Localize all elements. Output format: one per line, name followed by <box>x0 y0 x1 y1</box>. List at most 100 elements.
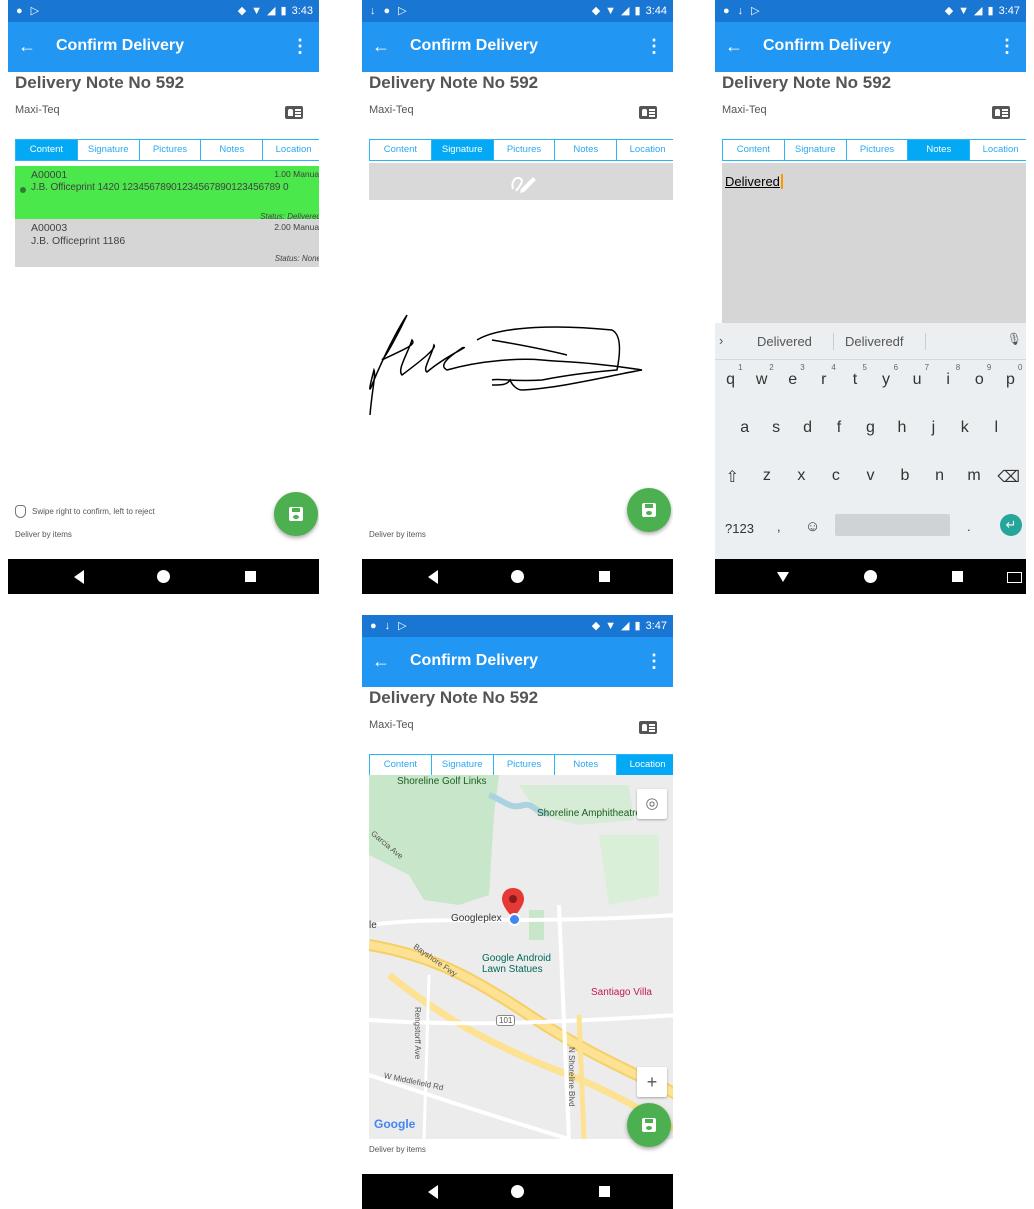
back-arrow-icon[interactable]: ← <box>725 36 743 56</box>
nav-hide-keyboard-icon[interactable] <box>777 572 789 582</box>
key-s[interactable]: s <box>762 419 790 437</box>
keyboard-switch-icon[interactable] <box>1007 572 1022 583</box>
contact-card-icon[interactable] <box>639 721 657 734</box>
tab-location[interactable]: Location <box>617 140 673 160</box>
backspace-icon[interactable]: ⌫ <box>995 467 1023 487</box>
more-vert-icon[interactable]: ⋮ <box>291 36 309 56</box>
key-i[interactable]: i8 <box>934 363 962 389</box>
key-period[interactable]: . <box>967 519 971 534</box>
nav-recents-icon[interactable] <box>952 571 963 582</box>
nav-recents-icon[interactable] <box>245 571 256 582</box>
key-r[interactable]: r4 <box>810 363 838 389</box>
back-arrow-icon[interactable]: ← <box>372 36 390 56</box>
tab-notes[interactable]: Notes <box>555 755 618 775</box>
more-vert-icon[interactable]: ⋮ <box>998 36 1016 56</box>
key-v[interactable]: v <box>856 467 884 487</box>
enter-icon[interactable]: ↵ <box>1000 514 1022 536</box>
tab-pictures[interactable]: Pictures <box>139 140 202 160</box>
mic-icon[interactable]: 🎙 <box>1007 332 1022 346</box>
tab-notes[interactable]: Notes <box>201 140 264 160</box>
tab-bar: Content Signature Pictures Notes Locatio… <box>722 139 1026 161</box>
key-a[interactable]: a <box>731 419 759 437</box>
list-item[interactable]: A00001 1.00 Manual J.B. Officeprint 1420… <box>15 166 319 225</box>
space-bar[interactable] <box>835 514 950 536</box>
tab-location[interactable]: Location <box>263 140 319 160</box>
tab-content[interactable]: Content <box>370 140 432 160</box>
tab-content[interactable]: Content <box>370 755 432 775</box>
nav-home-icon[interactable] <box>157 570 170 583</box>
key-g[interactable]: g <box>856 419 884 437</box>
contact-card-icon[interactable] <box>285 106 303 119</box>
symbols-key[interactable]: ?123 <box>725 521 754 536</box>
key-e[interactable]: e3 <box>779 363 807 389</box>
tab-location[interactable]: Location <box>617 755 673 775</box>
key-f[interactable]: f <box>825 419 853 437</box>
suggestion-2[interactable]: Deliveredf <box>845 334 904 349</box>
key-p[interactable]: p0 <box>996 363 1024 389</box>
key-n[interactable]: n <box>926 467 954 487</box>
key-b[interactable]: b <box>891 467 919 487</box>
tab-notes[interactable]: Notes <box>555 140 618 160</box>
pen-icon[interactable] <box>509 169 539 195</box>
more-vert-icon[interactable]: ⋮ <box>645 36 663 56</box>
nav-home-icon[interactable] <box>864 570 877 583</box>
footer-text: Deliver by items <box>369 530 426 539</box>
signature-canvas[interactable] <box>362 300 673 440</box>
key-k[interactable]: k <box>951 419 979 437</box>
nav-recents-icon[interactable] <box>599 571 610 582</box>
key-comma[interactable]: , <box>777 519 781 534</box>
contact-card-icon[interactable] <box>992 106 1010 119</box>
key-q[interactable]: q1 <box>717 363 745 389</box>
app-bar: ← Confirm Delivery ⋮ <box>8 22 319 72</box>
save-button[interactable] <box>627 488 671 532</box>
tab-content[interactable]: Content <box>723 140 785 160</box>
my-location-button[interactable]: ◎ <box>637 789 667 819</box>
more-vert-icon[interactable]: ⋮ <box>645 651 663 671</box>
back-arrow-icon[interactable]: ← <box>18 36 36 56</box>
nav-recents-icon[interactable] <box>599 1186 610 1197</box>
tab-pictures[interactable]: Pictures <box>493 140 556 160</box>
contact-card-icon[interactable] <box>639 106 657 119</box>
nav-back-icon[interactable] <box>428 1185 438 1199</box>
footer-text: Deliver by items <box>369 1145 426 1154</box>
nav-back-icon[interactable] <box>74 570 84 584</box>
suggestion-1[interactable]: Delivered <box>757 334 812 349</box>
tab-notes[interactable]: Notes <box>908 140 971 160</box>
key-l[interactable]: l <box>982 419 1010 437</box>
nav-back-icon[interactable] <box>428 570 438 584</box>
key-u[interactable]: u7 <box>903 363 931 389</box>
save-button[interactable] <box>627 1103 671 1147</box>
key-w[interactable]: w2 <box>748 363 776 389</box>
key-t[interactable]: t5 <box>841 363 869 389</box>
notes-textarea[interactable]: Delivered <box>722 163 1026 323</box>
key-m[interactable]: m <box>960 467 988 487</box>
tab-signature[interactable]: Signature <box>431 755 494 775</box>
nav-home-icon[interactable] <box>511 570 524 583</box>
save-button[interactable] <box>274 492 318 536</box>
key-j[interactable]: j <box>919 419 947 437</box>
signal-icon: ◢ <box>267 5 276 17</box>
emoji-icon[interactable]: ☺ <box>805 518 820 535</box>
key-h[interactable]: h <box>888 419 916 437</box>
tab-pictures[interactable]: Pictures <box>493 755 556 775</box>
list-item[interactable]: A00003 2.00 Manual J.B. Officeprint 1186… <box>15 219 319 267</box>
chevron-right-icon[interactable]: › <box>719 333 723 348</box>
key-o[interactable]: o9 <box>965 363 993 389</box>
nav-home-icon[interactable] <box>511 1185 524 1198</box>
signature-toolbar[interactable] <box>369 163 673 200</box>
key-d[interactable]: d <box>794 419 822 437</box>
key-y[interactable]: y6 <box>872 363 900 389</box>
tab-signature[interactable]: Signature <box>784 140 847 160</box>
tab-location[interactable]: Location <box>970 140 1026 160</box>
shift-icon[interactable]: ⇧ <box>718 467 746 487</box>
tab-content[interactable]: Content <box>16 140 78 160</box>
tab-signature[interactable]: Signature <box>431 140 494 160</box>
key-z[interactable]: z <box>753 467 781 487</box>
key-c[interactable]: c <box>822 467 850 487</box>
key-x[interactable]: x <box>787 467 815 487</box>
map-view[interactable]: Shoreline Golf Links Shoreline Amphithea… <box>369 775 673 1139</box>
tab-pictures[interactable]: Pictures <box>846 140 909 160</box>
back-arrow-icon[interactable]: ← <box>372 651 390 671</box>
tab-signature[interactable]: Signature <box>77 140 140 160</box>
zoom-in-button[interactable]: + <box>637 1067 667 1097</box>
